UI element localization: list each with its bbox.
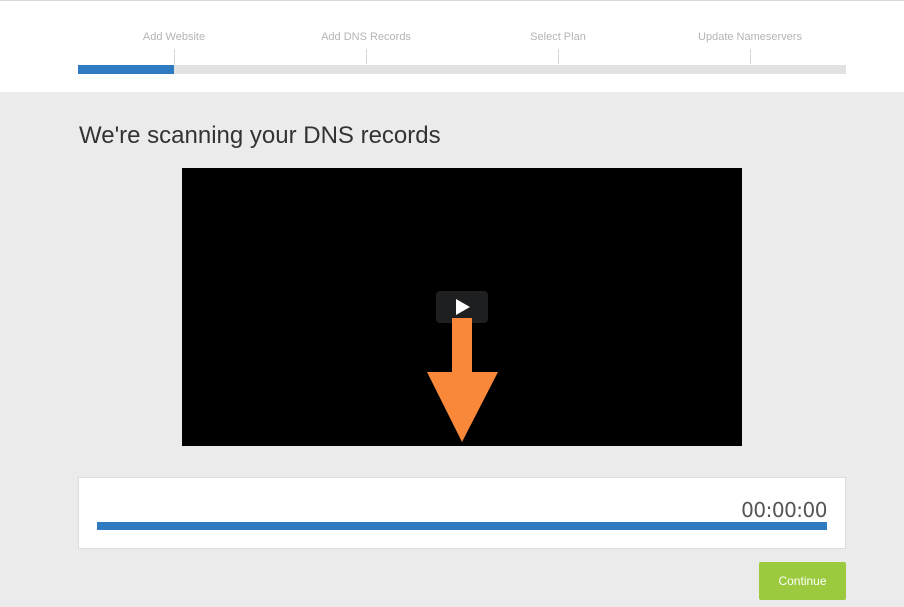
down-arrow-icon [427, 318, 498, 442]
elapsed-timer: 00:00:00 [741, 498, 827, 522]
step-update-nameservers: Update Nameservers [698, 31, 802, 43]
step-add-dns-records: Add DNS Records [321, 31, 411, 43]
step-tick [174, 49, 175, 64]
setup-steps-header: Add Website Add DNS Records Select Plan … [0, 0, 904, 92]
continue-button[interactable]: Continue [759, 562, 846, 600]
scan-progress-fill [97, 522, 827, 530]
steps-progress-track [78, 65, 846, 74]
page-title: We're scanning your DNS records [79, 122, 441, 149]
steps-progress-fill [78, 65, 174, 74]
scan-progress-panel: 00:00:00 [78, 477, 846, 549]
step-tick [558, 49, 559, 64]
step-tick [366, 49, 367, 64]
video-player[interactable] [182, 168, 742, 446]
step-select-plan: Select Plan [530, 31, 586, 43]
step-add-website: Add Website [142, 31, 206, 43]
step-tick [750, 49, 751, 64]
scan-progress-track [97, 522, 827, 530]
play-icon [456, 299, 470, 315]
